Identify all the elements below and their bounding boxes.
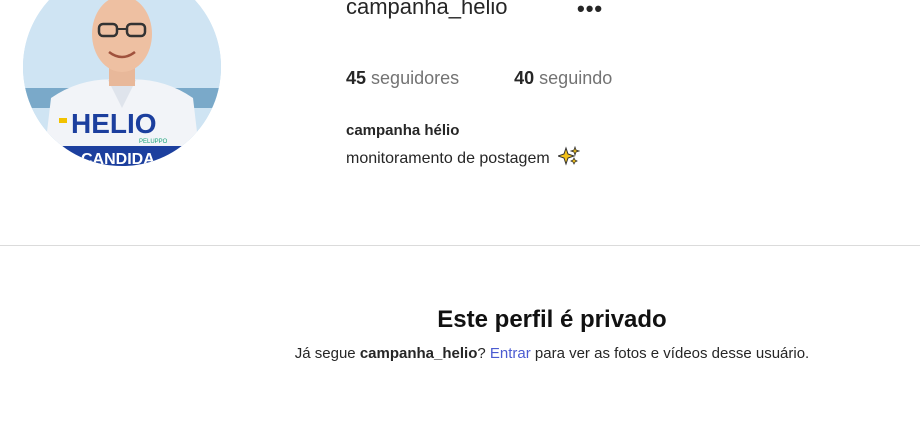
avatar-logo-subtext: PELUPPO [139, 139, 168, 145]
more-options-icon[interactable]: ••• [577, 0, 603, 22]
private-username: campanha_helio [359, 345, 478, 362]
followers-label: seguidores [371, 68, 460, 88]
private-profile-message: Já segue campanha_helio? Entrar para ver… [0, 345, 920, 362]
avatar-photo: HELIO PELUPPO CANDIDA [23, 0, 221, 166]
followers-count: 45 [346, 68, 367, 88]
private-question: ? [477, 345, 490, 362]
private-suffix: para ver as fotos e vídeos desse usuário… [530, 345, 810, 362]
sparkles-icon [556, 145, 581, 171]
section-divider [0, 245, 920, 246]
profile-bio: monitoramento de postagem [346, 145, 581, 171]
following-label: seguindo [539, 68, 613, 88]
avatar-logo-text: HELIO [71, 108, 157, 139]
login-link[interactable]: Entrar [490, 345, 531, 362]
profile-display-name: campanha hélio [346, 122, 460, 139]
following-stat[interactable]: 40 seguindo [514, 68, 612, 89]
private-profile-title: Este perfil é privado [437, 306, 667, 333]
avatar-banner-text: CANDIDA [81, 151, 155, 166]
profile-username[interactable]: campanha_helio [346, 0, 507, 20]
profile-stats: 45 seguidores 40 seguindo [346, 68, 662, 89]
private-prefix: Já segue [294, 345, 360, 362]
following-count: 40 [514, 68, 535, 88]
profile-avatar[interactable]: HELIO PELUPPO CANDIDA [23, 0, 221, 166]
bio-text: monitoramento de postagem [346, 150, 550, 167]
followers-stat[interactable]: 45 seguidores [346, 68, 459, 89]
